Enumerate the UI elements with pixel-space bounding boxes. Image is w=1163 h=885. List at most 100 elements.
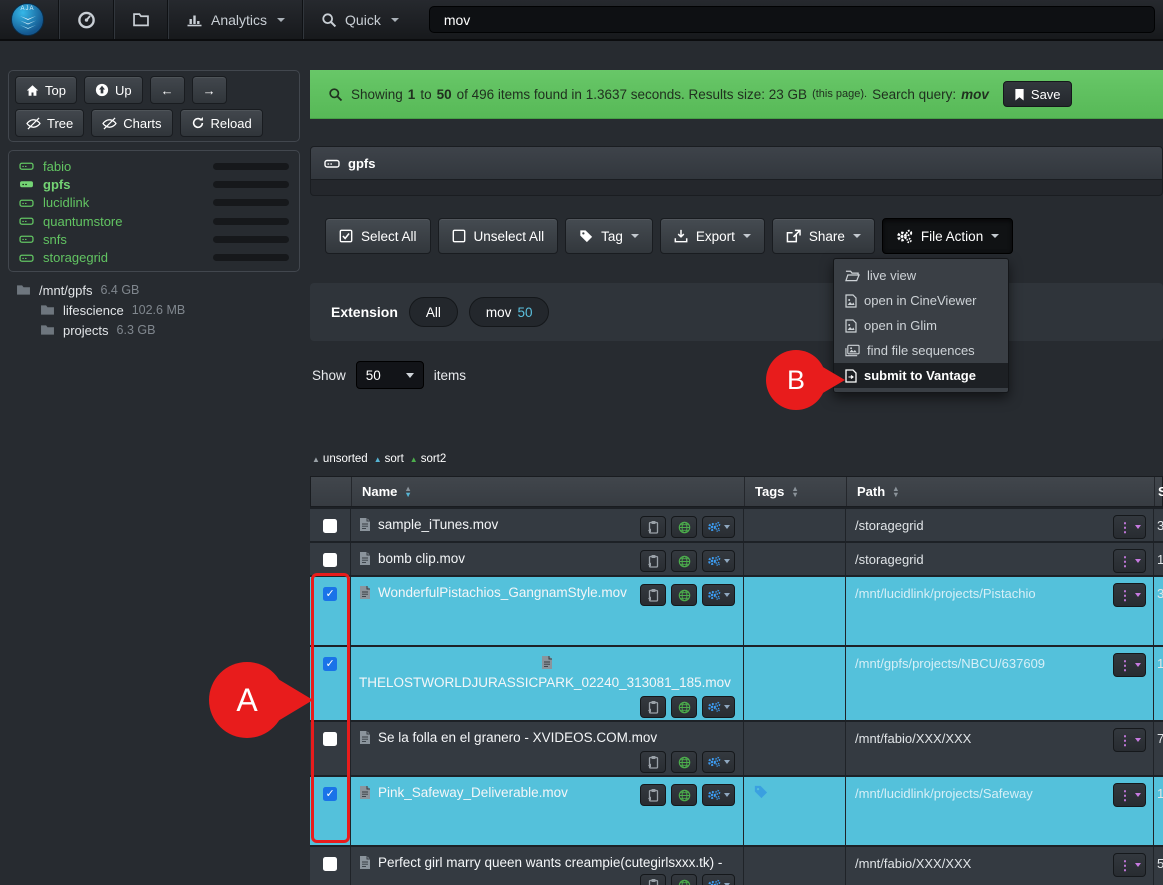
menu-item-submit-vantage[interactable]: submit to Vantage: [834, 363, 1008, 388]
tags-cell: [743, 777, 845, 845]
row-menu-button[interactable]: ⋮: [1113, 728, 1146, 752]
clipboard-button[interactable]: [640, 784, 666, 806]
tag-menu-button[interactable]: Tag: [565, 218, 653, 254]
nav-analytics-menu[interactable]: Analytics: [169, 0, 302, 39]
folder-item[interactable]: lifescience102.6 MB: [8, 300, 300, 320]
page-size-control: Show 50 items: [312, 361, 466, 389]
globe-button[interactable]: [671, 874, 697, 885]
back-button[interactable]: ←: [150, 76, 185, 104]
menu-item-open-cineviewer[interactable]: open in CineViewer: [834, 288, 1008, 313]
globe-button[interactable]: [671, 696, 697, 718]
alert-to: 50: [437, 87, 452, 102]
file-name: THELOSTWORLDJURASSICPARK_02240_313081_18…: [359, 674, 735, 690]
row-checkbox[interactable]: [323, 787, 337, 801]
search-input[interactable]: [429, 6, 1155, 33]
header-tags-column[interactable]: Tags ▲▼: [744, 477, 846, 506]
clipboard-button[interactable]: [640, 516, 666, 538]
table-row: sample_iTunes.mov /storagegrid ⋮: [310, 507, 1163, 541]
globe-button[interactable]: [671, 516, 697, 538]
clipboard-button[interactable]: [640, 751, 666, 773]
forward-button[interactable]: →: [192, 76, 227, 104]
globe-button[interactable]: [671, 784, 697, 806]
gears-dropdown-button[interactable]: [702, 584, 735, 606]
annotation-letter: B: [766, 350, 826, 410]
volume-item-snfs[interactable]: snfs: [19, 230, 289, 248]
header-path-column[interactable]: Path ▲▼: [846, 477, 1154, 506]
globe-button[interactable]: [671, 550, 697, 572]
volume-item-lucidlink[interactable]: lucidlink: [19, 194, 289, 212]
eye-slash-icon: [102, 117, 117, 130]
row-checkbox[interactable]: [323, 732, 337, 746]
unselect-all-button[interactable]: Unselect All: [438, 218, 559, 254]
gears-dropdown-button[interactable]: [702, 516, 735, 538]
row-checkbox[interactable]: [323, 519, 337, 533]
file-action-menu-button[interactable]: File Action: [882, 218, 1013, 254]
sort-link-sort[interactable]: ▲sort: [374, 453, 404, 465]
row-checkbox[interactable]: [323, 657, 337, 671]
gears-dropdown-button[interactable]: [702, 550, 735, 572]
row-actions: [640, 584, 735, 606]
volume-item-storagegrid[interactable]: storagegrid: [19, 248, 289, 266]
row-checkbox[interactable]: [323, 587, 337, 601]
row-menu-button[interactable]: ⋮: [1113, 515, 1146, 539]
clipboard-button[interactable]: [640, 874, 666, 885]
name-cell: bomb clip.mov: [350, 543, 743, 575]
top-button[interactable]: Top: [15, 76, 77, 104]
reload-button[interactable]: Reload: [180, 109, 263, 137]
share-menu-button[interactable]: Share: [772, 218, 875, 254]
nav-dashboard-button[interactable]: [60, 0, 113, 39]
save-search-button[interactable]: Save: [1003, 81, 1072, 107]
tree-toggle-button[interactable]: Tree: [15, 109, 84, 137]
export-menu-button[interactable]: Export: [660, 218, 765, 254]
page-size-select[interactable]: 50: [356, 361, 424, 389]
chevron-down-icon: [1135, 559, 1141, 563]
extension-all-pill[interactable]: All: [409, 297, 458, 327]
clipboard-button[interactable]: [640, 584, 666, 606]
select-all-button[interactable]: Select All: [325, 218, 431, 254]
name-cell: THELOSTWORLDJURASSICPARK_02240_313081_18…: [350, 647, 743, 720]
clipboard-button[interactable]: [640, 696, 666, 718]
row-menu-button[interactable]: ⋮: [1113, 653, 1146, 677]
row-menu-button[interactable]: ⋮: [1113, 783, 1146, 807]
row-actions: [359, 751, 735, 773]
folder-open-icon: [845, 269, 860, 282]
row-menu-button[interactable]: ⋮: [1113, 853, 1146, 877]
volume-item-fabio[interactable]: fabio: [19, 157, 289, 175]
app-logo[interactable]: AJA: [11, 3, 44, 36]
volume-panel-header[interactable]: gpfs: [310, 146, 1163, 180]
menu-item-open-glim[interactable]: open in Glim: [834, 313, 1008, 338]
nav-quick-menu[interactable]: Quick: [304, 0, 416, 39]
header-size-column[interactable]: S: [1154, 477, 1163, 506]
size-cell: 1: [1153, 647, 1163, 720]
row-checkbox[interactable]: [323, 553, 337, 567]
folder-item[interactable]: /mnt/gpfs6.4 GB: [8, 280, 300, 300]
header-name-column[interactable]: Name ▲▼: [351, 477, 744, 506]
globe-icon: [678, 589, 691, 602]
menu-item-live-view[interactable]: live view: [834, 263, 1008, 288]
sort-link-sort2[interactable]: ▲sort2: [410, 453, 447, 465]
row-menu-button[interactable]: ⋮: [1113, 583, 1146, 607]
up-button[interactable]: Up: [84, 76, 143, 104]
globe-button[interactable]: [671, 584, 697, 606]
gears-dropdown-button[interactable]: [702, 784, 735, 806]
hdd-icon: [324, 157, 340, 170]
extension-mov-pill[interactable]: mov 50: [469, 297, 550, 327]
folder-item[interactable]: projects6.3 GB: [8, 320, 300, 340]
nav-browse-button[interactable]: [115, 0, 167, 39]
volume-item-gpfs[interactable]: gpfs: [19, 175, 289, 193]
gears-dropdown-button[interactable]: [702, 751, 735, 773]
sort-link-unsorted[interactable]: ▲unsorted: [312, 453, 368, 465]
clipboard-icon: [647, 755, 659, 769]
checkbox-cell: [310, 577, 350, 645]
row-menu-button[interactable]: ⋮: [1113, 549, 1146, 573]
volume-item-quantumstore[interactable]: quantumstore: [19, 212, 289, 230]
globe-button[interactable]: [671, 751, 697, 773]
gears-dropdown-button[interactable]: [702, 874, 735, 885]
clipboard-button[interactable]: [640, 550, 666, 572]
volume-name: gpfs: [43, 177, 70, 192]
hdd-icon: [19, 197, 34, 209]
bar-chart-icon: [186, 12, 203, 27]
charts-toggle-button[interactable]: Charts: [91, 109, 172, 137]
gears-dropdown-button[interactable]: [702, 696, 735, 718]
menu-item-find-sequences[interactable]: find file sequences: [834, 338, 1008, 363]
